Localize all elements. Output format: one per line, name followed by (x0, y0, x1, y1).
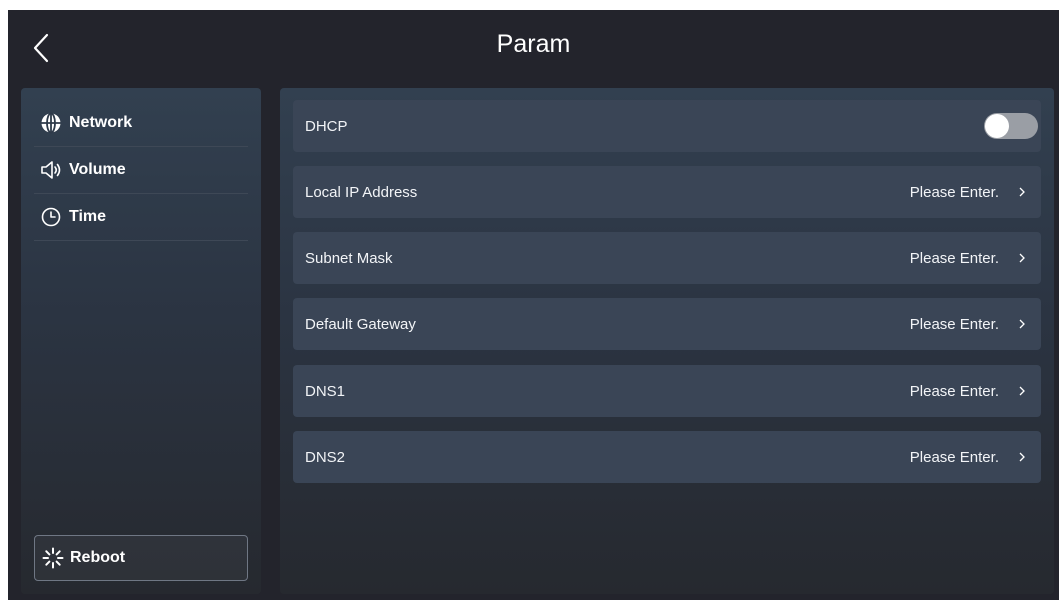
chevron-right-icon (1017, 452, 1027, 462)
setting-row-local-ip[interactable]: Local IP Address Please Enter. (293, 166, 1041, 218)
sidebar-item-label: Volume (69, 161, 126, 178)
dhcp-toggle[interactable] (984, 113, 1038, 139)
setting-value: Please Enter. (909, 315, 999, 333)
sidebar-item-label: Network (69, 114, 133, 131)
reboot-label: Reboot (70, 549, 126, 566)
speaker-icon (40, 159, 62, 181)
settings-panel: DHCP Local IP Address Please Enter. Subn… (280, 88, 1054, 594)
setting-label: DNS2 (305, 448, 346, 466)
sidebar-item-network[interactable]: Network (34, 100, 248, 147)
setting-row-dns1[interactable]: DNS1 Please Enter. (293, 365, 1041, 417)
setting-row-default-gateway[interactable]: Default Gateway Please Enter. (293, 298, 1041, 350)
sidebar-item-volume[interactable]: Volume (34, 147, 248, 194)
setting-value: Please Enter. (909, 249, 999, 267)
loading-icon (42, 547, 64, 569)
reboot-button[interactable]: Reboot (34, 535, 248, 581)
header-bar: Param (8, 10, 1059, 86)
setting-row-dns2[interactable]: DNS2 Please Enter. (293, 431, 1041, 483)
page-title: Param (496, 30, 571, 58)
setting-label: Subnet Mask (305, 249, 393, 267)
dhcp-row: DHCP (293, 100, 1041, 152)
screen: Param Network Volume Time Reboot DHCP Lo… (8, 10, 1059, 600)
globe-icon (40, 112, 62, 134)
clock-icon (40, 206, 62, 228)
chevron-right-icon (1017, 187, 1027, 197)
setting-label: Local IP Address (305, 183, 418, 201)
chevron-right-icon (1017, 386, 1027, 396)
setting-value: Please Enter. (909, 448, 999, 466)
toggle-knob (985, 114, 1009, 138)
sidebar: Network Volume Time Reboot (21, 88, 261, 594)
sidebar-item-time[interactable]: Time (34, 194, 248, 241)
chevron-right-icon (1017, 319, 1027, 329)
setting-value: Please Enter. (909, 183, 999, 201)
dhcp-label: DHCP (305, 117, 348, 135)
chevron-right-icon (1017, 253, 1027, 263)
setting-row-subnet-mask[interactable]: Subnet Mask Please Enter. (293, 232, 1041, 284)
sidebar-item-label: Time (69, 208, 107, 225)
setting-label: DNS1 (305, 382, 346, 400)
setting-value: Please Enter. (909, 382, 999, 400)
setting-label: Default Gateway (305, 315, 416, 333)
